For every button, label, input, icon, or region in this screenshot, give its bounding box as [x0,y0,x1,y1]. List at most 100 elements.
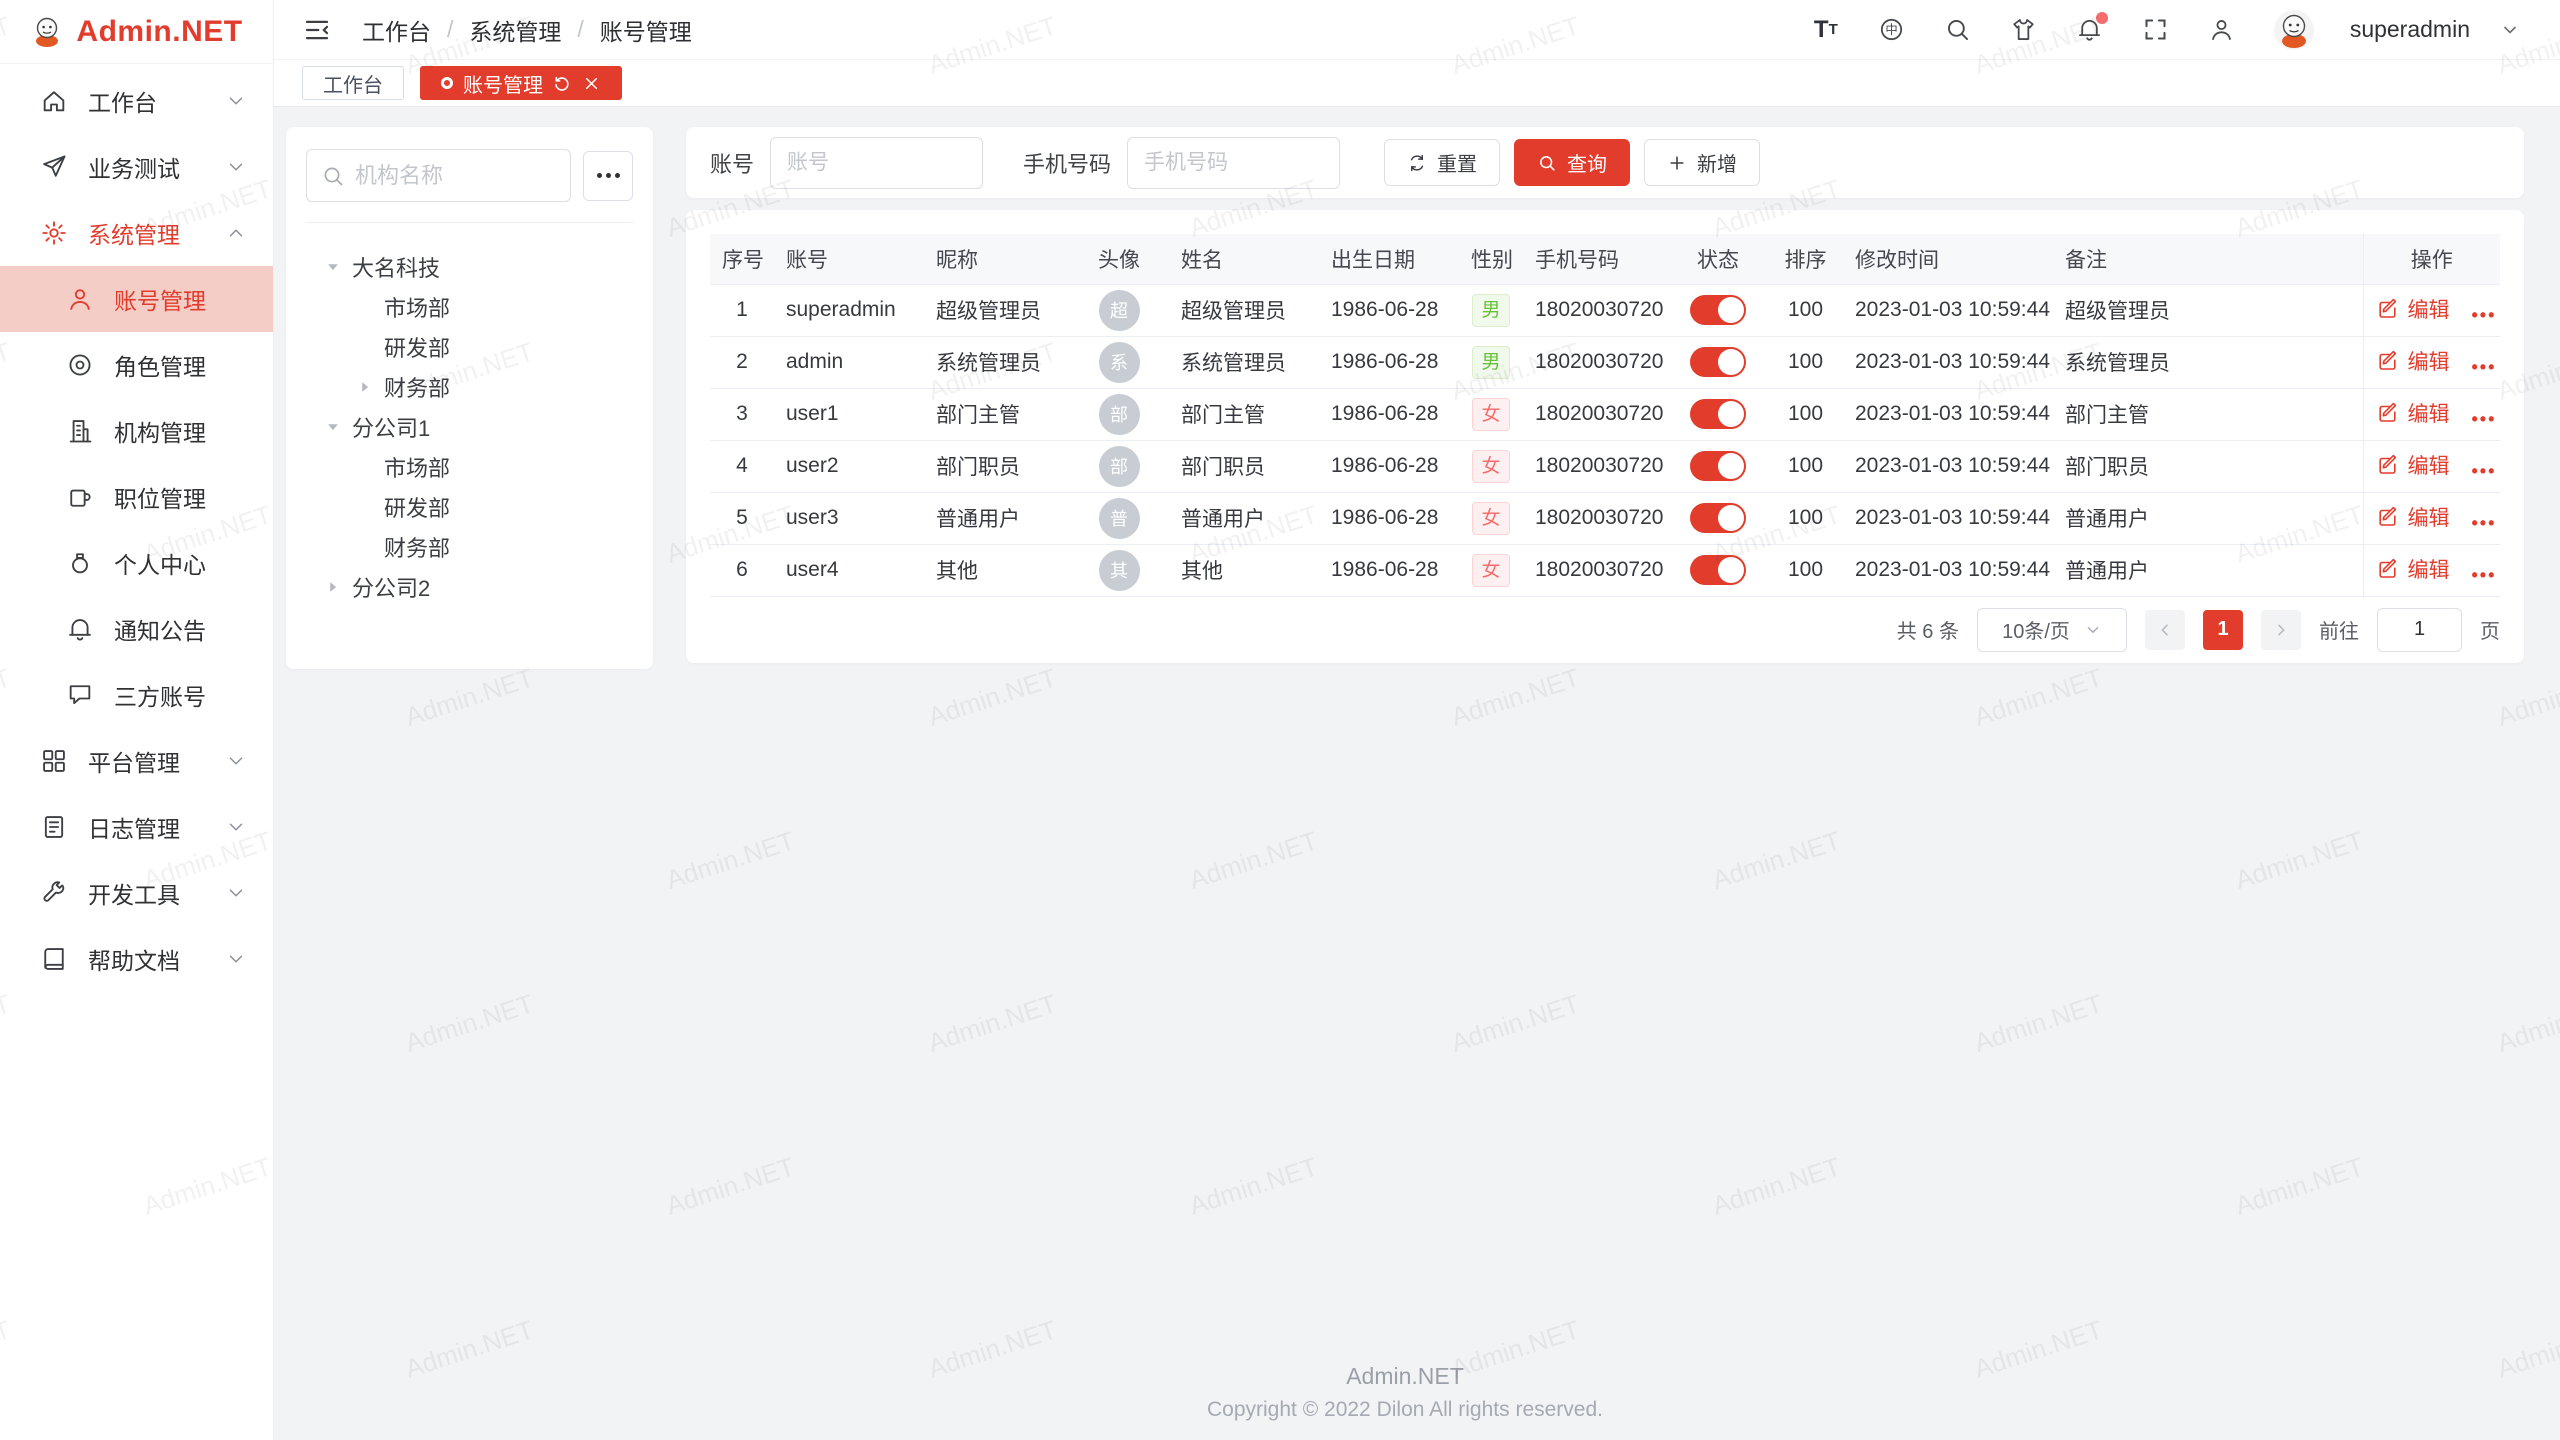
profile-icon [66,549,94,577]
cell-modified: 2023-01-03 10:59:44 [1843,440,2053,492]
cell-status [1668,388,1768,440]
tree-node[interactable]: 财务部 [306,367,633,407]
sidebar-item-system-mgmt[interactable]: 系统管理 [0,200,273,266]
breadcrumb-item[interactable]: 系统管理 [469,13,561,47]
logo[interactable]: Admin.NET [0,0,273,64]
tree-node[interactable]: 研发部 [306,487,633,527]
phone-input[interactable] [1127,137,1340,189]
edit-button[interactable]: 编辑 [2376,554,2450,584]
breadcrumb-item[interactable]: 工作台 [362,13,431,47]
tab-refresh-icon[interactable] [553,74,572,93]
sidebar-item-dev-tools[interactable]: 开发工具 [0,860,273,926]
sidebar-item-org-mgmt[interactable]: 机构管理 [0,398,273,464]
font-size-icon[interactable]: TT [1806,10,1846,50]
row-more-button[interactable]: ••• [2472,513,2497,533]
account-input[interactable] [770,137,983,189]
status-toggle[interactable] [1690,555,1746,585]
sidebar-item-log-mgmt[interactable]: 日志管理 [0,794,273,860]
edit-button[interactable]: 编辑 [2376,450,2450,480]
caret-right-icon[interactable] [352,374,378,400]
user-avatar[interactable] [2274,10,2314,50]
edit-button[interactable]: 编辑 [2376,346,2450,376]
accounts-table: 序号账号昵称头像姓名出生日期性别手机号码状态排序修改时间备注操作 1supera… [710,234,2500,597]
query-button[interactable]: 查询 [1514,139,1630,186]
cell-sort: 100 [1768,336,1843,388]
tab-close-icon[interactable] [582,74,601,93]
breadcrumb-item: 账号管理 [600,13,692,47]
row-more-button[interactable]: ••• [2472,565,2497,585]
row-more-button[interactable]: ••• [2472,357,2497,377]
main-area: 工作台 / 系统管理 / 账号管理 TT 中 [274,0,2560,1440]
prev-page-button[interactable] [2145,610,2185,650]
sidebar-item-platform-mgmt[interactable]: 平台管理 [0,728,273,794]
fullscreen-icon[interactable] [2136,10,2176,50]
notifications-bell-icon[interactable] [2070,10,2110,50]
sidebar-item-third-party-account[interactable]: 三方账号 [0,662,273,728]
goto-page-input[interactable] [2377,608,2462,652]
status-toggle[interactable] [1690,503,1746,533]
status-toggle[interactable] [1690,399,1746,429]
cell-sort: 100 [1768,388,1843,440]
username[interactable]: superadmin [2350,16,2470,43]
chevron-down-icon[interactable] [2500,20,2520,40]
caret-down-icon[interactable] [320,254,346,280]
tree-node[interactable]: 研发部 [306,327,633,367]
caret-down-icon[interactable] [320,414,346,440]
notification-badge [2096,12,2108,24]
row-more-button[interactable]: ••• [2472,409,2497,429]
tree-node[interactable]: 财务部 [306,527,633,567]
org-search-input[interactable] [355,163,556,189]
sidebar-item-notice[interactable]: 通知公告 [0,596,273,662]
sidebar-item-workbench[interactable]: 工作台 [0,68,273,134]
sidebar-item-role-mgmt[interactable]: 角色管理 [0,332,273,398]
cell-index: 5 [710,492,774,544]
sidebar-item-help-docs[interactable]: 帮助文档 [0,926,273,992]
theme-icon[interactable] [2004,10,2044,50]
reset-button[interactable]: 重置 [1384,139,1500,186]
edit-button[interactable]: 编辑 [2376,502,2450,532]
status-toggle[interactable] [1690,451,1746,481]
search-icon [321,164,345,188]
sidebar-item-account-mgmt[interactable]: 账号管理 [0,266,273,332]
status-toggle[interactable] [1690,295,1746,325]
user-icon[interactable] [2202,10,2242,50]
next-page-button[interactable] [2261,610,2301,650]
cell-name: 普通用户 [1169,492,1319,544]
breadcrumb-separator: / [447,16,453,43]
tree-node[interactable]: 市场部 [306,287,633,327]
tab-workbench[interactable]: 工作台 [302,66,404,100]
edit-button[interactable]: 编辑 [2376,398,2450,428]
query-label: 查询 [1567,148,1607,177]
tree-node[interactable]: 市场部 [306,447,633,487]
chevron-left-icon [2157,622,2173,638]
cell-account: user3 [774,492,924,544]
edit-button[interactable]: 编辑 [2376,294,2450,324]
status-toggle[interactable] [1690,347,1746,377]
tab-account-mgmt[interactable]: 账号管理 [420,66,622,100]
search-icon[interactable] [1938,10,1978,50]
cell-status [1668,336,1768,388]
chevron-down-icon [225,156,247,178]
row-more-button[interactable]: ••• [2472,461,2497,481]
caret-right-icon[interactable] [320,574,346,600]
column-header: 备注 [2053,234,2363,284]
cell-index: 1 [710,284,774,336]
row-more-button[interactable]: ••• [2472,305,2497,325]
menu-collapse-icon[interactable] [302,15,332,45]
page-number-button[interactable]: 1 [2203,610,2243,650]
cell-account: user2 [774,440,924,492]
sidebar-item-business-test[interactable]: 业务测试 [0,134,273,200]
cell-modified: 2023-01-03 10:59:44 [1843,388,2053,440]
tree-node[interactable]: 分公司2 [306,567,633,607]
tree-node[interactable]: 分公司1 [306,407,633,447]
sidebar-item-personal-center[interactable]: 个人中心 [0,530,273,596]
edit-label: 编辑 [2408,502,2450,532]
tree-node[interactable]: 大名科技 [306,247,633,287]
table-row: 1superadmin超级管理员超超级管理员1986-06-28男1802003… [710,284,2500,336]
language-icon[interactable]: 中 [1872,10,1912,50]
add-button[interactable]: 新增 [1644,139,1760,186]
tree-more-button[interactable] [583,151,633,201]
page-size-select[interactable]: 10条/页 [1977,608,2127,652]
gender-badge: 女 [1472,450,1509,483]
sidebar-item-position-mgmt[interactable]: 职位管理 [0,464,273,530]
